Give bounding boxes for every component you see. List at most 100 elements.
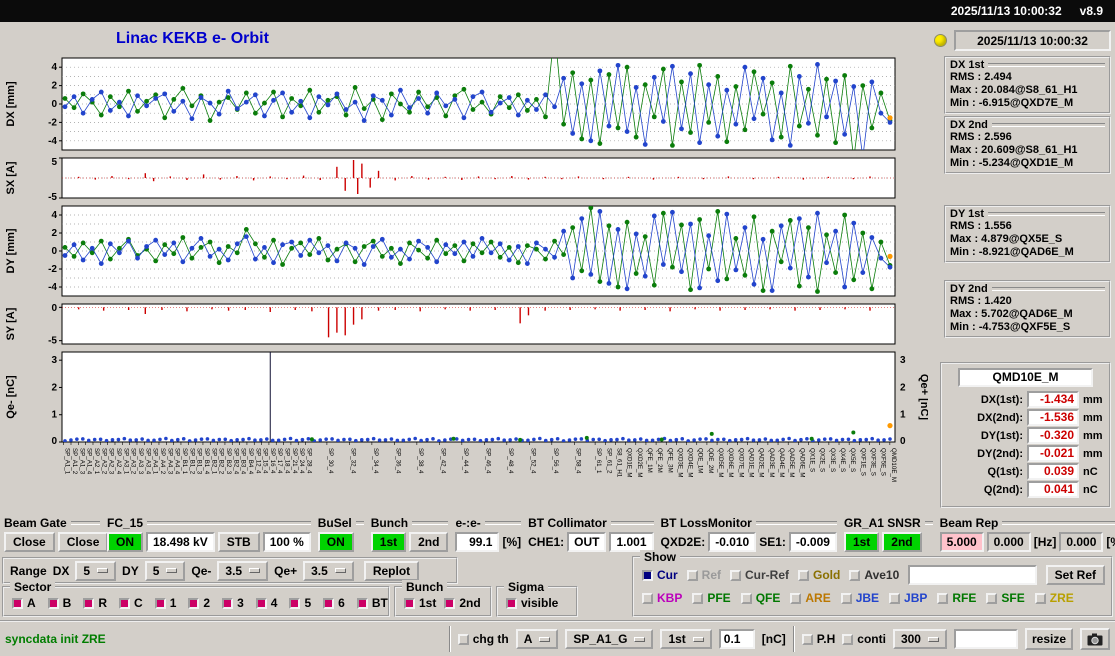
bunch-checks-frame: Bunch 1st 2nd [394, 580, 492, 617]
chg-th-checkbox[interactable]: chg th [457, 632, 509, 646]
checkbox-a[interactable]: A [12, 596, 36, 610]
x-axis-bpm-label: SP_48_4 [507, 448, 514, 474]
checkbox-2nd[interactable]: 2nd [444, 596, 481, 610]
range-dy-select[interactable]: 5 [144, 560, 186, 581]
checkbox-5[interactable]: 5 [289, 596, 311, 610]
monitor-row-unit: mm [1083, 429, 1103, 442]
bpm-select[interactable]: SP_A1_G [565, 629, 654, 649]
monitor-row-value: -1.434 [1027, 391, 1079, 408]
checkbox-are[interactable]: ARE [790, 591, 831, 605]
x-axis-bpm-label: SP_A2_4 [115, 448, 122, 475]
fc15-kv-value: 18.498 kV [146, 532, 215, 552]
x-axis-bpm-label: SP_61_1 [595, 448, 602, 474]
checkbox-ref[interactable]: Ref [686, 568, 721, 582]
x-axis-bpm-label: SP_B2_1 [210, 448, 217, 475]
checkbox-jbe[interactable]: JBE [840, 591, 879, 605]
checkbox-jbp[interactable]: JBP [889, 591, 927, 605]
sector-select[interactable]: A [515, 629, 559, 649]
stat-line: Min : -5.234@QXD1E_M [950, 157, 1074, 169]
checkbox-box [686, 569, 698, 581]
separator [448, 626, 451, 652]
x-axis-bpm-label: QX3E_S [829, 448, 836, 472]
checkbox-4[interactable]: 4 [255, 596, 277, 610]
checkbox-r[interactable]: R [83, 596, 107, 610]
threshold-input[interactable] [718, 629, 755, 649]
range-qep-select[interactable]: 3.5 [303, 560, 354, 581]
beam-rep-label: Beam Rep [939, 516, 999, 530]
resize-button[interactable]: resize [1024, 628, 1073, 650]
checkbox-6[interactable]: 6 [323, 596, 345, 610]
checkbox-gold[interactable]: Gold [798, 568, 840, 582]
svg-text:SY [A]: SY [A] [5, 307, 17, 340]
checkbox-b[interactable]: B [47, 596, 71, 610]
replot-button[interactable]: Replot [363, 560, 420, 581]
bunch-select[interactable]: 1st [660, 629, 712, 649]
beam-gate-close-2-button[interactable]: Close [57, 532, 109, 552]
checkbox-box [12, 597, 23, 609]
checkbox-ave10[interactable]: Ave10 [849, 568, 899, 582]
checkbox-1[interactable]: 1 [154, 596, 176, 610]
range-dx-select[interactable]: 5 [75, 560, 117, 581]
x-axis-bpm-label: QXD2E_M [636, 448, 643, 478]
range-dy-label: DY [122, 563, 139, 578]
checkbox-2[interactable]: 2 [188, 596, 210, 610]
x-axis-bpm-label: QXD7E_M [737, 448, 744, 478]
conti-checkbox[interactable]: conti [842, 632, 886, 646]
sigma-label: Sigma [504, 580, 549, 594]
x-axis-bpm-label: SP_28_4 [306, 448, 313, 474]
x-axis-bpm-label: SP_56_4 [552, 448, 559, 474]
checkbox-box [119, 597, 131, 609]
status-lamp-icon [934, 34, 947, 47]
checkbox-rfe[interactable]: RFE [937, 591, 976, 605]
fc15-on-button[interactable]: ON [107, 532, 143, 552]
ph-checkbox[interactable]: P.H [801, 632, 835, 646]
bunch-1st-button[interactable]: 1st [370, 532, 407, 552]
checkbox-pfe[interactable]: PFE [692, 591, 731, 605]
checkbox-kbp[interactable]: KBP [642, 591, 682, 605]
bunch-label: Bunch [370, 516, 409, 530]
bunch-2nd-button[interactable]: 2nd [409, 532, 449, 552]
svg-text:2: 2 [51, 81, 57, 92]
checkbox-sfe[interactable]: SFE [986, 591, 1025, 605]
set-ref-button[interactable]: Set Ref [1045, 565, 1105, 585]
gr-snsr-1st-button[interactable]: 1st [843, 532, 880, 552]
fc15-stb-button[interactable]: STB [217, 532, 260, 552]
checkbox-bt[interactable]: BT [356, 596, 388, 610]
screenshot-button[interactable] [1080, 628, 1110, 650]
monitor-row-value: 0.039 [1027, 463, 1079, 480]
x-axis-bpm-label: SP_A3_4 [144, 448, 151, 475]
checkbox-box [798, 569, 810, 581]
busel-on-button[interactable]: ON [317, 532, 354, 552]
titlebar: 2025/11/13 10:00:32 v8.9 [0, 0, 1115, 22]
checkbox-1st[interactable]: 1st [404, 596, 436, 610]
monitor-row: Q(1st): 0.039 nC [946, 463, 1105, 480]
x-axis-bpm-label: QDE_1M [697, 448, 704, 473]
option-indicator-icon [634, 636, 646, 642]
ee-ratio-unit: [%] [502, 535, 522, 549]
range-qem-select[interactable]: 3.5 [217, 560, 269, 581]
gr-snsr-2nd-button[interactable]: 2nd [882, 532, 922, 552]
checkbox-3[interactable]: 3 [222, 596, 244, 610]
checkbox-c[interactable]: C [119, 596, 143, 610]
fc15-percent-value: 100 % [262, 532, 311, 552]
svg-text:2: 2 [51, 228, 57, 239]
checkbox-curref[interactable]: Cur-Ref [730, 568, 789, 582]
monitor-title: QMD10E_M [958, 368, 1093, 387]
checkbox-label: Ave10 [864, 568, 900, 582]
x-axis-bpm-label: SP_32_4 [349, 448, 356, 474]
checkbox-label: RFE [952, 591, 977, 605]
stat-line: Max : 20.084@S8_61_H1 [950, 84, 1078, 96]
checkbox-cur[interactable]: Cur [642, 568, 678, 582]
checkbox-box [323, 597, 335, 609]
se1-value: -0.009 [788, 532, 837, 552]
count-select[interactable]: 300 [892, 629, 947, 649]
checkbox-box [222, 597, 234, 609]
page-title: Linac KEKB e- Orbit [116, 30, 269, 47]
count-input[interactable] [953, 629, 1018, 649]
ref-file-input[interactable] [908, 565, 1037, 585]
checkbox-qfe[interactable]: QFE [740, 591, 780, 605]
checkbox-visible[interactable]: visible [506, 596, 558, 610]
x-axis-bpm-label: SP_A4_3 [166, 448, 173, 475]
checkbox-zre[interactable]: ZRE [1034, 591, 1074, 605]
beam-gate-close-1-button[interactable]: Close [4, 532, 55, 552]
